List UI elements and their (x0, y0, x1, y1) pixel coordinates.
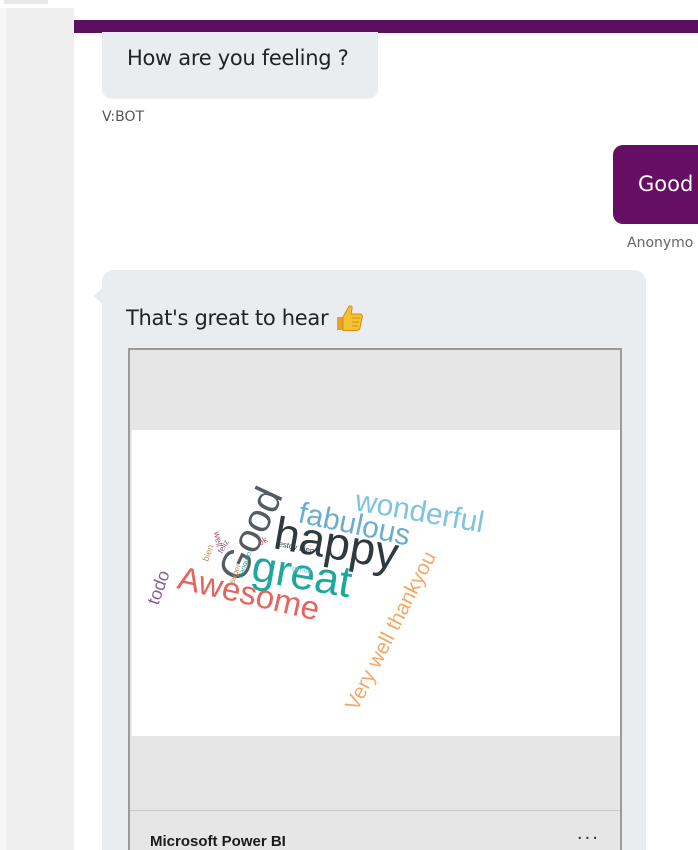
thumbs-up-icon (337, 305, 364, 331)
card-title: Microsoft Power BI (150, 833, 286, 850)
bot-sender-label: V:BOT (102, 109, 145, 125)
bot-card-message-bubble: That's great to hear wonderful fabulous … (94, 270, 646, 850)
word-todo: todo (143, 568, 174, 608)
user-message-bubble: Good (613, 145, 698, 224)
top-strip (0, 0, 698, 8)
bot-card-message: That's great to hear (126, 304, 364, 332)
power-bi-card[interactable]: wonderful fabulous happy Good great Awes… (128, 348, 622, 850)
user-message-text: Good (638, 172, 694, 196)
word-cloud-visual: wonderful fabulous happy Good great Awes… (132, 430, 620, 736)
word-bien: bien (200, 543, 215, 562)
user-sender-label: Anonymo (627, 235, 694, 251)
left-gutter (0, 8, 74, 850)
bot-message-text: How are you feeling ? (127, 46, 349, 70)
card-footer-divider (130, 810, 620, 811)
word-cloud: wonderful fabulous happy Good great Awes… (143, 481, 487, 715)
top-left-tab (4, 0, 48, 4)
bot-message-bubble: How are you feeling ? (102, 32, 378, 98)
bot-card-message-text: That's great to hear (126, 306, 329, 330)
bubble-tail (94, 288, 102, 304)
more-options-icon[interactable]: ··· (577, 828, 600, 849)
